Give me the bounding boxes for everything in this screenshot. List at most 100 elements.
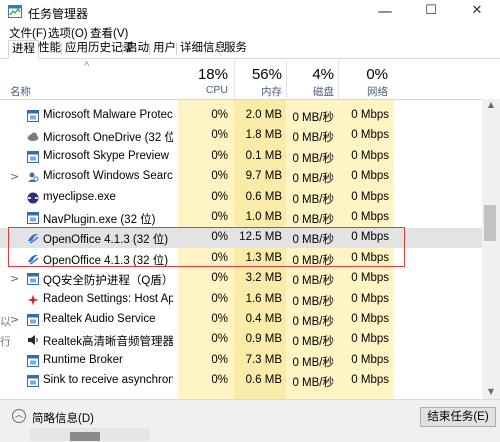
memory-value: 1.6 MB	[245, 292, 282, 305]
network-value: 0 Mbps	[351, 292, 389, 305]
disk-value: 0 MB/秒	[292, 316, 334, 328]
cpu-value: 0%	[211, 333, 228, 346]
cpu-value: 0%	[211, 149, 228, 162]
process-row[interactable]: Microsoft Malware Protectio... 0% 2.0 MB 0 …	[0, 106, 482, 126]
network-value: 0 Mbps	[351, 374, 389, 387]
vertical-scrollbar[interactable]	[482, 99, 500, 399]
collapse-icon[interactable]: ︿	[12, 409, 26, 423]
process-row[interactable]: Microsoft OneDrive (32 位) 0% 1.8 MB 0 MB/秒 0…	[0, 126, 482, 146]
process-name: NavPlugin.exe (32 位)	[43, 214, 156, 226]
tab-services[interactable]: 服务	[221, 40, 250, 58]
maximize-button[interactable]: ☐	[408, 0, 454, 24]
memory-column-header[interactable]: 内存	[234, 84, 282, 99]
cpu-value: 0%	[211, 190, 228, 203]
process-row[interactable]: NavPlugin.exe (32 位) 0% 1.0 MB 0 MB/秒 0 Mbps	[0, 208, 482, 228]
disk-value: 0 MB/秒	[292, 152, 334, 165]
network-value: 0 Mbps	[351, 129, 389, 142]
cpu-value: 0%	[211, 374, 228, 387]
process-row[interactable]: > QQ安全防护进程（Q盾）(32 ... 0% 3.2 MB 0 MB/秒 0 Mbps	[0, 269, 482, 289]
scroll-down-icon[interactable]: ▼	[486, 387, 496, 396]
blue-window-icon	[27, 110, 39, 122]
title-bar: 任务管理器 — ☐ ✕	[0, 0, 500, 24]
disk-value: 0 MB/秒	[292, 193, 334, 206]
background-text: 行	[0, 336, 11, 348]
process-name: Realtek Audio Service	[43, 313, 156, 325]
disk-value: 0 MB/秒	[292, 336, 334, 349]
background-text: 以	[0, 316, 11, 328]
network-value: 0 Mbps	[351, 170, 389, 183]
network-value: 0 Mbps	[351, 272, 389, 285]
process-row[interactable]: > Realtek Audio Service 0% 0.4 MB 0 MB/秒 0 Mb…	[0, 310, 482, 330]
memory-value: 0.4 MB	[245, 313, 282, 325]
blue-window-icon	[27, 212, 39, 224]
task-manager-icon	[8, 5, 22, 18]
disk-value: 0 MB/秒	[292, 275, 334, 288]
disk-value: 0 MB/秒	[292, 295, 334, 308]
process-row[interactable]: > Microsoft Windows Search ... 0% 9.7 MB 0 M…	[0, 167, 482, 187]
disk-percent: 4%	[312, 66, 334, 83]
minimize-button[interactable]: —	[362, 0, 408, 24]
menu-bar: 文件(F) 选项(O) 查看(V)	[0, 24, 500, 40]
network-value: 0 Mbps	[351, 211, 389, 223]
process-name: QQ安全防护进程（Q盾）(32 ...	[43, 275, 173, 288]
expand-chevron-icon[interactable]: >	[10, 170, 19, 183]
cpu-value: 0%	[211, 109, 228, 121]
memory-value: 1.8 MB	[245, 129, 282, 142]
menu-options[interactable]: 选项(O)	[48, 25, 88, 41]
expand-chevron-icon[interactable]: >	[10, 272, 19, 285]
close-button[interactable]: ✕	[454, 0, 500, 24]
end-task-button[interactable]: 结束任务(E)	[420, 407, 496, 427]
scroll-up-icon[interactable]: ▲	[486, 100, 496, 109]
memory-value: 0.1 MB	[245, 149, 282, 162]
process-row[interactable]: Sink to receive asynchronou... 0% 0.6 MB 0 …	[0, 371, 482, 391]
memory-value: 1.0 MB	[245, 211, 282, 223]
process-row[interactable]: myeclipse.exe 0% 0.6 MB 0 MB/秒 0 Mbps	[0, 188, 482, 208]
cpu-value: 0%	[211, 313, 228, 325]
process-name: myeclipse.exe	[43, 190, 116, 203]
scrollbar-thumb[interactable]	[484, 205, 496, 241]
network-value: 0 Mbps	[351, 190, 389, 203]
network-percent: 0%	[366, 66, 388, 83]
cloud-icon	[27, 130, 39, 142]
disk-value: 0 MB/秒	[292, 173, 334, 186]
brief-info-link[interactable]: 简略信息(D)	[32, 410, 94, 426]
process-name: Radeon Settings: Host Appli...	[43, 292, 173, 305]
cpu-column-header[interactable]: CPU	[178, 84, 228, 96]
network-value: 0 Mbps	[351, 353, 389, 366]
user-search-icon	[27, 171, 39, 183]
blue-window-icon	[27, 150, 39, 163]
memory-value: 0.6 MB	[245, 190, 282, 203]
disk-value: 0 MB/秒	[292, 377, 334, 390]
process-row[interactable]: Runtime Broker 0% 7.3 MB 0 MB/秒 0 Mbps	[0, 351, 482, 371]
menu-file[interactable]: 文件(F)	[9, 25, 47, 41]
blue-window-icon	[27, 375, 39, 388]
cpu-value: 0%	[211, 170, 228, 183]
process-row[interactable]: Radeon Settings: Host Appli... 0% 1.6 MB 0 …	[0, 290, 482, 310]
tab-startup[interactable]: 启动	[123, 40, 152, 58]
process-name: Realtek高清晰音频管理器	[43, 336, 173, 349]
network-value: 0 Mbps	[351, 313, 389, 325]
memory-value: 0.9 MB	[245, 333, 282, 346]
myeclipse-icon	[27, 192, 39, 204]
tab-users[interactable]: 用户	[150, 40, 179, 58]
cpu-value: 0%	[211, 353, 228, 366]
background-image	[70, 432, 100, 441]
memory-value: 3.2 MB	[245, 272, 282, 285]
expand-chevron-icon[interactable]: >	[10, 313, 19, 326]
process-name: Microsoft Windows Search ...	[43, 170, 173, 183]
process-row[interactable]: Realtek高清晰音频管理器 0% 0.9 MB 0 MB/秒 0 Mbps	[0, 330, 482, 350]
speaker-icon	[27, 334, 39, 346]
name-column-header[interactable]: 名称	[10, 84, 31, 99]
highlight-box	[8, 227, 405, 267]
process-row[interactable]: Microsoft Skype Preview 0% 0.1 MB 0 MB/秒 0 M…	[0, 147, 482, 167]
menu-view[interactable]: 查看(V)	[90, 25, 128, 41]
cpu-value: 0%	[211, 292, 228, 305]
tab-performance[interactable]: 性能	[35, 40, 64, 58]
disk-column-header[interactable]: 磁盘	[286, 84, 334, 99]
cpu-value: 0%	[211, 129, 228, 142]
disk-value: 0 MB/秒	[292, 356, 334, 369]
radeon-icon	[27, 294, 39, 306]
cpu-value: 0%	[211, 211, 228, 223]
process-name: Microsoft Malware Protectio...	[43, 109, 173, 121]
network-column-header[interactable]: 网络	[338, 84, 388, 99]
